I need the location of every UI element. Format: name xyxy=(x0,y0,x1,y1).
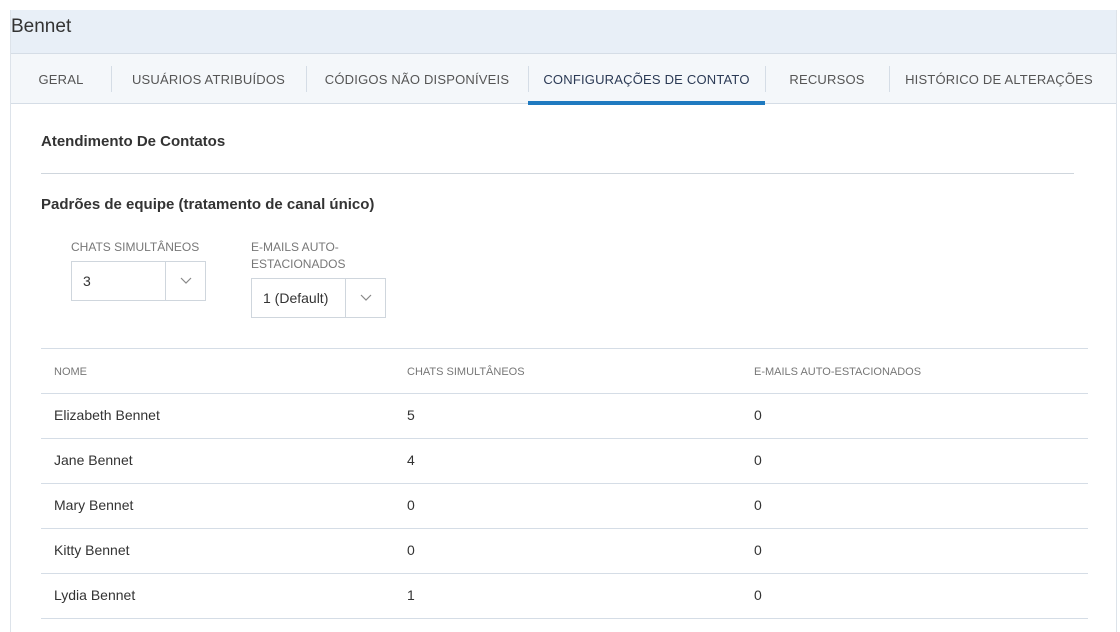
cell-nome: Jane Bennet xyxy=(54,452,133,468)
table-row[interactable]: Mary Bennet 0 0 xyxy=(41,484,1088,529)
chats-simultaneos-label: CHATS SIMULTÂNEOS xyxy=(71,240,200,254)
table-row[interactable]: Jane Bennet 4 0 xyxy=(41,439,1088,484)
cell-chats: 5 xyxy=(407,407,415,423)
agents-table: NOME CHATS SIMULTÂNEOS E-MAILS AUTO-ESTA… xyxy=(41,348,1088,619)
table-row[interactable]: Lydia Bennet 1 0 xyxy=(41,574,1088,619)
column-header-chats[interactable]: CHATS SIMULTÂNEOS xyxy=(407,366,525,378)
table-row[interactable]: Elizabeth Bennet 5 0 xyxy=(41,394,1088,439)
page-frame: Bennet GERAL USUÁRIOS ATRIBUÍDOS CÓDIGOS… xyxy=(10,10,1117,632)
team-defaults-title: Padrões de equipe (tratamento de canal ú… xyxy=(41,196,375,213)
cell-emails: 0 xyxy=(754,542,762,558)
section-divider xyxy=(41,173,1074,174)
cell-nome: Mary Bennet xyxy=(54,497,134,513)
emails-auto-estacionados-select[interactable]: 1 (Default) xyxy=(251,278,386,318)
cell-nome: Elizabeth Bennet xyxy=(54,407,160,423)
column-header-nome[interactable]: NOME xyxy=(54,366,87,378)
emails-label-line1: E-MAILS AUTO- xyxy=(251,240,339,254)
cell-emails: 0 xyxy=(754,452,762,468)
emails-auto-estacionados-value: 1 (Default) xyxy=(263,290,329,306)
cell-emails: 0 xyxy=(754,407,762,423)
chevron-down-icon[interactable] xyxy=(165,262,205,300)
table-row[interactable]: Kitty Bennet 0 0 xyxy=(41,529,1088,574)
cell-chats: 1 xyxy=(407,587,415,603)
emails-auto-estacionados-label: E-MAILS AUTO- ESTACIONADOS xyxy=(251,239,345,273)
tab-configuracoes-de-contato[interactable]: CONFIGURAÇÕES DE CONTATO xyxy=(528,54,765,105)
tab-geral[interactable]: GERAL xyxy=(11,54,111,104)
chats-simultaneos-value: 3 xyxy=(83,273,91,289)
tab-codigos-nao-disponiveis[interactable]: CÓDIGOS NÃO DISPONÍVEIS xyxy=(306,54,528,104)
cell-emails: 0 xyxy=(754,587,762,603)
cell-nome: Kitty Bennet xyxy=(54,542,130,558)
page-header: Bennet xyxy=(11,10,1116,54)
cell-emails: 0 xyxy=(754,497,762,513)
cell-chats: 4 xyxy=(407,452,415,468)
tab-recursos[interactable]: RECURSOS xyxy=(765,54,889,104)
tab-historico-de-alteracoes[interactable]: HISTÓRICO DE ALTERAÇÕES xyxy=(889,54,1109,104)
cell-chats: 0 xyxy=(407,542,415,558)
table-header: NOME CHATS SIMULTÂNEOS E-MAILS AUTO-ESTA… xyxy=(41,349,1088,394)
chevron-down-icon[interactable] xyxy=(345,279,385,317)
page-title: Bennet xyxy=(11,16,72,37)
tab-usuarios-atribuidos[interactable]: USUÁRIOS ATRIBUÍDOS xyxy=(111,54,306,104)
chats-simultaneos-select[interactable]: 3 xyxy=(71,261,206,301)
cell-chats: 0 xyxy=(407,497,415,513)
cell-nome: Lydia Bennet xyxy=(54,587,136,603)
emails-label-line2: ESTACIONADOS xyxy=(251,257,346,271)
tab-bar: GERAL USUÁRIOS ATRIBUÍDOS CÓDIGOS NÃO DI… xyxy=(11,54,1116,105)
section-title: Atendimento De Contatos xyxy=(41,133,226,150)
column-header-emails[interactable]: E-MAILS AUTO-ESTACIONADOS xyxy=(754,366,921,378)
